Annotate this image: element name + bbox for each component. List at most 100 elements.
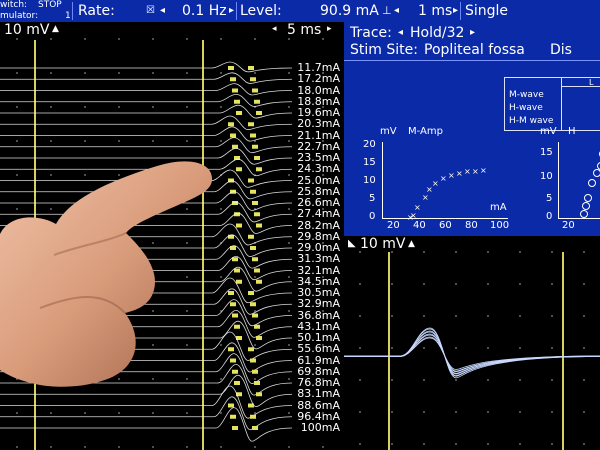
data-point <box>593 169 600 177</box>
trace-marker <box>236 223 242 228</box>
right-bottom-panel: ◣ 10 mV ▲ <box>344 236 600 450</box>
trace-marker <box>228 122 234 127</box>
m-amp-plot: mV M-Amp 20 15 10 5 0 20 40 60 80 100 mA… <box>363 126 510 238</box>
trace-marker <box>252 144 258 149</box>
trace-marker <box>234 268 240 273</box>
data-point <box>582 202 590 210</box>
pulse-icon[interactable]: ⊥ <box>382 0 392 22</box>
rate-left-arrow-icon[interactable]: ◂ <box>160 0 165 22</box>
trace-marker <box>254 212 260 217</box>
trace-marker <box>250 246 256 250</box>
trace-marker <box>254 268 260 273</box>
trace-marker <box>250 302 256 307</box>
trace-marker <box>230 414 236 419</box>
trace-marker <box>248 403 254 408</box>
trace-marker <box>230 77 236 82</box>
trace-marker <box>232 88 238 93</box>
current-label-column: 11.7mA 17.2mA 18.0mA 18.8mA 19.6mA 20.3mA 21.1… <box>292 62 340 434</box>
data-point: × <box>440 174 447 183</box>
data-point: × <box>464 167 471 176</box>
table-header-divider <box>561 86 600 87</box>
trace-marker <box>256 223 262 228</box>
trace-marker <box>234 381 240 385</box>
trace-marker <box>252 313 258 318</box>
trace-right-arrow-icon[interactable]: ▸ <box>470 27 475 38</box>
plot2-y-tick: 0 <box>546 211 553 222</box>
trace-marker <box>228 66 234 70</box>
trace-marker <box>254 99 260 104</box>
plot1-title-left: mV <box>380 126 397 137</box>
current-label: 24.3mA <box>297 162 340 176</box>
plot1-y-tick: 0 <box>369 211 376 222</box>
display-label-cutoff: Dis <box>550 42 572 58</box>
plot1-y-tick: 15 <box>363 157 376 168</box>
trace-marker <box>236 111 242 115</box>
plot1-x-tick: 100 <box>490 220 510 231</box>
current-label: 17.2mA <box>297 72 340 86</box>
trace-marker <box>228 347 234 352</box>
trace-marker <box>254 324 260 329</box>
trace-marker <box>254 156 260 160</box>
trace-marker <box>248 66 254 70</box>
trace-marker <box>256 111 262 115</box>
plot2-title-right: H <box>568 126 576 137</box>
current-label: 20.3mA <box>297 117 340 131</box>
trace-marker <box>256 167 262 172</box>
overlay-traces <box>344 327 600 379</box>
trace-marker <box>250 189 256 194</box>
pulse-left-arrow-icon[interactable]: ◂ <box>394 0 399 22</box>
overlay-trace <box>344 333 600 374</box>
plot2-y-tick: 15 <box>540 147 553 158</box>
trace-marker <box>250 358 256 363</box>
pulse-value[interactable]: 1 ms <box>418 0 452 22</box>
trace-line <box>0 126 293 142</box>
plot2-y-axis <box>558 142 559 218</box>
rate-value[interactable]: 0.1 Hz <box>182 0 227 22</box>
current-label: 100mA <box>300 421 340 434</box>
data-point: × <box>472 167 479 176</box>
trace-value[interactable]: Hold/32 <box>410 25 464 41</box>
right-top-panel: Trace: ◂ Hold/32 ▸ Stim Site: Popliteal … <box>344 22 600 236</box>
plot1-y-tick: 20 <box>363 139 376 150</box>
stimulator-label: mulator: <box>0 11 39 21</box>
current-label: 83.1mA <box>297 387 340 401</box>
trace-label: Trace: <box>350 25 392 41</box>
current-label: 31.3mA <box>297 252 340 266</box>
current-label: 55.6mA <box>297 342 340 356</box>
table-row: H-M wave <box>509 116 554 126</box>
trace-marker <box>230 302 236 307</box>
trace-marker <box>252 201 258 205</box>
mode-value[interactable]: Single <box>465 0 508 22</box>
trace-marker <box>234 324 240 329</box>
trace-left-arrow-icon[interactable]: ◂ <box>398 27 403 38</box>
level-label: Level: <box>240 3 282 19</box>
plot1-y-axis <box>382 142 383 218</box>
trace-marker <box>228 403 234 408</box>
level-value[interactable]: 90.9 mA <box>320 0 379 22</box>
plot1-title-right: M-Amp <box>408 126 443 137</box>
trace-marker <box>250 414 256 419</box>
overlay-trace <box>344 327 600 379</box>
plot1-x-tick: 80 <box>465 220 478 231</box>
data-point: × <box>432 179 439 188</box>
plot2-y-tick: 5 <box>546 193 553 204</box>
rate-checkbox-icon[interactable]: ☒ <box>146 0 155 22</box>
rate-right-arrow-icon[interactable]: ▸ <box>229 0 234 22</box>
plot1-y-tick: 10 <box>363 175 376 186</box>
current-label: 32.9mA <box>297 297 340 311</box>
data-point <box>588 179 596 187</box>
trace-marker <box>252 257 258 262</box>
plot2-y-tick: 10 <box>540 171 553 182</box>
trace-marker <box>230 358 236 363</box>
plot1-x-tick: 60 <box>439 220 452 231</box>
trace-line <box>0 83 293 96</box>
left-trace-panel: 10 mV ▲ ◂ 5 ms ▸ 11.7mA 17.2mA 18.0mA 18.8m… <box>0 22 342 450</box>
pulse-right-arrow-icon[interactable]: ▸ <box>453 0 458 22</box>
divider <box>344 60 600 61</box>
stim-site-value[interactable]: Popliteal fossa <box>424 42 525 58</box>
wave-summary-table: L M-wave H-wave H-M wave <box>504 77 600 131</box>
stim-site-label: Stim Site: <box>350 42 418 58</box>
overlay-trace <box>344 336 600 372</box>
trace-marker <box>236 279 242 284</box>
trace-marker <box>252 88 258 93</box>
